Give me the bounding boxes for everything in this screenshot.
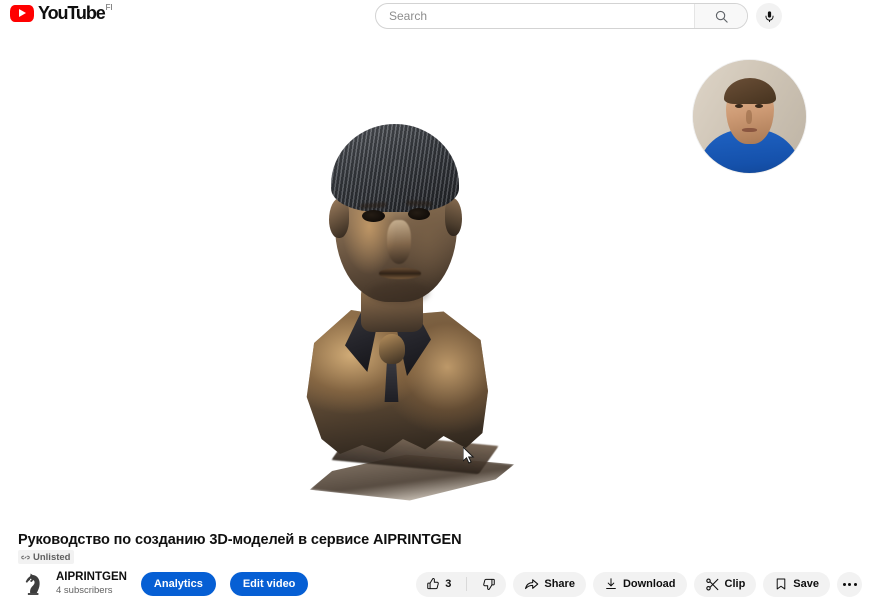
search-icon xyxy=(714,9,729,24)
clip-button[interactable]: Clip xyxy=(693,571,757,597)
microphone-icon xyxy=(763,10,776,23)
analytics-button[interactable]: Analytics xyxy=(140,572,216,596)
video-player[interactable] xyxy=(0,32,870,524)
thumbs-up-icon xyxy=(426,577,440,591)
clip-label: Clip xyxy=(724,578,746,590)
bookmark-icon xyxy=(774,577,788,591)
thumbs-down-icon xyxy=(482,577,496,591)
like-dislike-divider xyxy=(466,577,468,591)
share-label: Share xyxy=(544,578,575,590)
model-nose xyxy=(387,220,411,264)
search-box[interactable] xyxy=(375,3,748,29)
channel-text-block: AIPRINTGEN 4 subscribers xyxy=(56,571,127,596)
like-dislike-group: 3 xyxy=(416,571,507,597)
masthead: YouTube FI xyxy=(0,0,870,32)
video-action-bar: 3 Share Download Clip Save xyxy=(416,568,862,600)
visibility-badge-label: Unlisted xyxy=(33,551,71,563)
model-chin-shading xyxy=(369,282,429,304)
webcam-eye-right xyxy=(755,104,763,108)
search-submit-button[interactable] xyxy=(694,4,747,28)
search-area xyxy=(375,3,782,29)
save-button[interactable]: Save xyxy=(763,571,830,597)
link-icon xyxy=(21,553,30,562)
visibility-badge: Unlisted xyxy=(18,550,75,564)
more-horizontal-icon xyxy=(842,582,857,586)
video-frame-3d-model xyxy=(0,32,870,524)
download-button[interactable]: Download xyxy=(592,571,687,597)
webcam-eye-left xyxy=(735,104,743,108)
channel-subscriber-count: 4 subscribers xyxy=(56,584,113,596)
download-label: Download xyxy=(622,578,676,590)
model-eye-left xyxy=(362,210,385,222)
save-label: Save xyxy=(793,578,819,590)
download-icon xyxy=(604,577,618,591)
bronze-bust-model xyxy=(283,102,513,492)
webcam-overlay xyxy=(693,60,806,173)
scissors-icon xyxy=(705,577,720,592)
share-button[interactable]: Share xyxy=(513,571,586,597)
youtube-logo-text: YouTube xyxy=(38,3,106,23)
chess-knight-avatar[interactable] xyxy=(18,570,46,598)
model-tie-knot xyxy=(379,334,405,364)
video-title: Руководство по созданию 3D-моделей в сер… xyxy=(18,532,462,548)
youtube-logo[interactable]: YouTube FI xyxy=(10,3,113,27)
model-mouth xyxy=(379,268,421,279)
search-input[interactable] xyxy=(376,4,694,28)
share-arrow-icon xyxy=(524,577,539,592)
youtube-country-code: FI xyxy=(105,3,113,12)
youtube-play-icon xyxy=(10,5,34,22)
edit-video-button[interactable]: Edit video xyxy=(229,572,309,596)
channel-name[interactable]: AIPRINTGEN xyxy=(56,571,127,584)
voice-search-button[interactable] xyxy=(756,3,782,29)
dislike-button[interactable] xyxy=(472,572,506,597)
more-actions-button[interactable] xyxy=(837,571,862,597)
video-meta-section: Руководство по созданию 3D-моделей в сер… xyxy=(0,524,870,601)
webcam-mouth xyxy=(742,128,757,132)
webcam-nose xyxy=(746,110,752,124)
channel-owner-row: AIPRINTGEN 4 subscribers Analytics Edit … xyxy=(18,568,309,600)
model-eye-right xyxy=(408,208,430,220)
like-count: 3 xyxy=(445,578,452,590)
like-button[interactable]: 3 xyxy=(416,572,461,597)
model-hair xyxy=(331,124,459,212)
